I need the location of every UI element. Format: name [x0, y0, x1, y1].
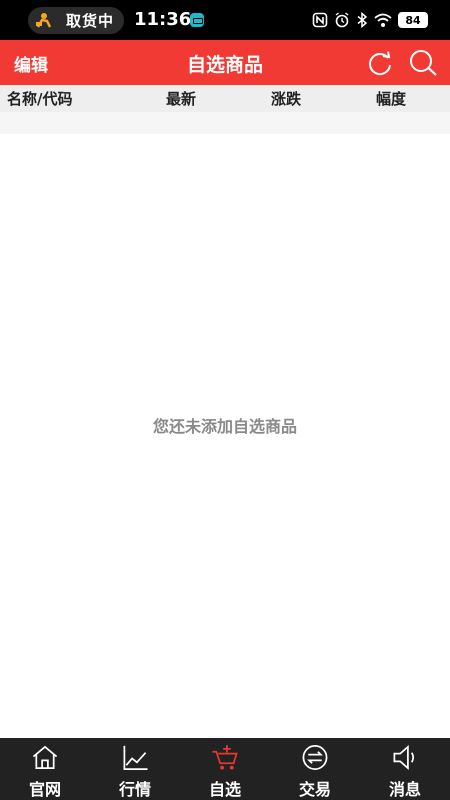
pill-text: 取货中: [66, 12, 115, 30]
nav-item-messages[interactable]: 消息: [360, 738, 450, 800]
home-icon: [32, 745, 58, 769]
app-badge-icon: [190, 13, 204, 27]
speaker-icon: [393, 744, 415, 771]
wifi-icon: [374, 13, 392, 27]
courier-icon: [36, 12, 52, 28]
nav-label-watchlist: 自选: [208, 780, 241, 799]
chart-icon: [123, 745, 148, 770]
nav-item-official-site[interactable]: 官网: [0, 738, 90, 800]
cart-add-icon: [212, 744, 238, 770]
list-top-band: [0, 112, 450, 134]
column-latest[interactable]: 最新: [166, 88, 196, 109]
column-header-row: 名称/代码 最新 涨跌 幅度: [0, 85, 450, 112]
battery-icon: 84: [398, 12, 428, 28]
exchange-icon: [302, 745, 328, 770]
nav-item-market[interactable]: 行情: [90, 738, 180, 800]
bottom-nav: 官网 行情 自选 交易 消息: [0, 738, 450, 800]
nav-item-trade[interactable]: 交易: [270, 738, 360, 800]
nav-label-official-site: 官网: [28, 780, 61, 799]
nav-label-market: 行情: [118, 780, 151, 799]
column-percent[interactable]: 幅度: [376, 88, 406, 109]
empty-state-message: 您还未添加自选商品: [152, 417, 297, 436]
status-bar: 取货中 11:36 84: [0, 0, 450, 40]
nav-item-watchlist[interactable]: 自选: [180, 738, 270, 800]
nfc-icon: [312, 12, 328, 28]
bluetooth-icon: [357, 12, 368, 28]
column-change[interactable]: 涨跌: [271, 88, 301, 109]
refresh-icon[interactable]: [366, 50, 394, 76]
clock: 11:36: [134, 9, 192, 30]
search-icon[interactable]: [408, 49, 438, 77]
app-header: 编辑 自选商品: [0, 40, 450, 85]
delivery-pill[interactable]: 取货中: [28, 7, 124, 34]
nav-label-trade: 交易: [298, 780, 331, 799]
alarm-icon: [335, 12, 349, 28]
nav-label-messages: 消息: [388, 780, 421, 799]
column-name-code[interactable]: 名称/代码: [7, 88, 72, 109]
